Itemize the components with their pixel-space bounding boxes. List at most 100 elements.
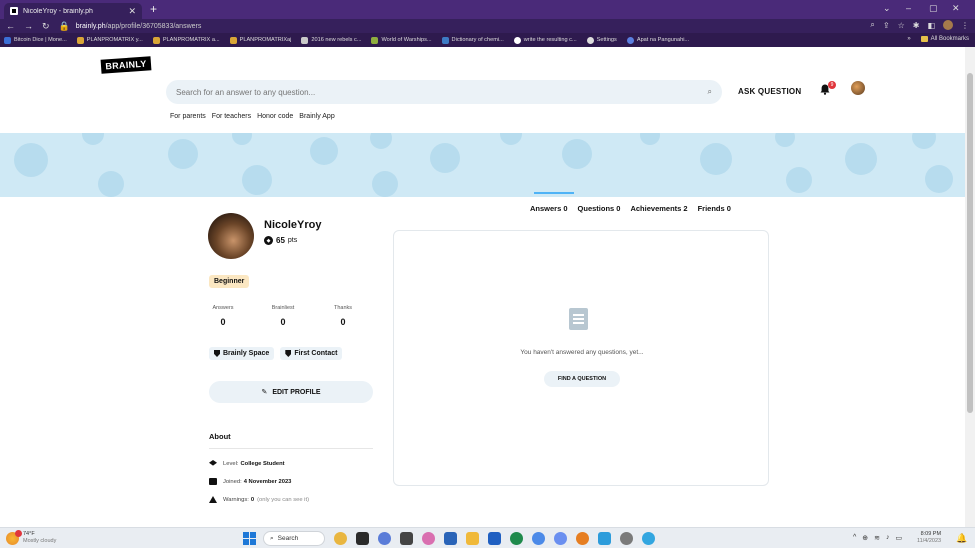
wifi-icon[interactable]: ≋ — [874, 534, 880, 542]
subnav: For parents For teachers Honor code Brai… — [170, 113, 335, 120]
chrome-icon[interactable] — [554, 532, 567, 545]
tab-questions[interactable]: Questions 0 — [578, 204, 621, 213]
weather-sun-icon — [6, 529, 22, 545]
bookmark-item[interactable]: Bitcoin Dice | Mone... — [4, 36, 67, 44]
stat-label: Brainliest — [271, 305, 295, 311]
banner-dot — [500, 133, 522, 145]
minimize-icon[interactable]: – — [906, 3, 911, 13]
answers-panel: You haven't answered any questions, yet.… — [393, 230, 769, 486]
scrollbar-thumb[interactable] — [967, 73, 973, 413]
url-field[interactable]: brainly.ph/app/profile/36705833/answers — [76, 23, 202, 30]
chevron-down-icon[interactable]: ⌄ — [883, 3, 891, 14]
chat-icon[interactable] — [378, 532, 391, 545]
ask-question-button[interactable]: ASK QUESTION — [738, 87, 801, 96]
search-icon: ⌕ — [270, 534, 274, 542]
search-input[interactable] — [176, 87, 708, 97]
badge-label: First Contact — [294, 350, 338, 357]
reload-icon[interactable]: ↻ — [42, 21, 50, 32]
profile-username: NicoleYroy — [264, 219, 322, 231]
banner-dot — [98, 171, 124, 197]
windows-start-icon[interactable] — [243, 532, 256, 545]
extensions-icon[interactable]: ✱ — [913, 21, 920, 30]
all-bookmarks[interactable]: » All Bookmarks — [907, 36, 969, 42]
taskbar-app-icon[interactable] — [334, 532, 347, 545]
lock-icon[interactable]: 🔒 — [59, 21, 70, 32]
banner-dot — [562, 139, 592, 169]
back-icon[interactable]: ← — [6, 21, 15, 31]
close-tab-icon[interactable]: ✕ — [128, 6, 136, 17]
bookmark-item[interactable]: PLANPROMATRIX a... — [152, 36, 220, 44]
bookmark-item[interactable]: World of Warships... — [371, 36, 432, 44]
bookmark-item[interactable]: Settings — [586, 36, 617, 44]
brainly-logo[interactable]: BRAINLY — [100, 56, 152, 74]
store-icon[interactable] — [488, 532, 501, 545]
zoom-icon[interactable]: ⌕ — [870, 20, 874, 30]
search-icon[interactable]: ⌕ — [708, 87, 712, 97]
subnav-for-teachers[interactable]: For teachers — [212, 113, 251, 120]
bookmark-favicon-icon — [301, 36, 309, 44]
chevron-up-icon[interactable]: ^ — [853, 534, 856, 542]
weather-widget[interactable]: 74°F Mostly cloudy — [6, 529, 56, 545]
bookmark-item[interactable]: write the resulting c... — [513, 36, 577, 44]
bookmark-label: Dictionary of chemi... — [451, 37, 504, 43]
close-window-icon[interactable]: ✕ — [952, 3, 960, 14]
taskbar-app-icon[interactable] — [444, 532, 457, 545]
subnav-for-parents[interactable]: For parents — [170, 113, 206, 120]
tab-achievements[interactable]: Achievements 2 — [630, 204, 687, 213]
bookmark-item[interactable]: 2016 new rebels c... — [301, 36, 362, 44]
points-display: ◆ 65 pts — [264, 236, 297, 245]
find-question-button[interactable]: FIND A QUESTION — [544, 371, 620, 387]
file-explorer-icon[interactable] — [466, 532, 479, 545]
browser-menu-icon[interactable]: ⋮ — [961, 21, 969, 30]
taskbar-app-icon[interactable] — [400, 532, 413, 545]
new-tab-icon[interactable]: + — [150, 2, 157, 16]
stat-brainliest: Brainliest 0 — [263, 305, 303, 327]
stat-value: 0 — [280, 317, 286, 327]
edit-profile-button[interactable]: ✎ EDIT PROFILE — [209, 381, 373, 403]
warnings-label: Warnings: — [223, 496, 249, 503]
bookmark-item[interactable]: PLANPROMATRIX y... — [76, 36, 143, 44]
page-scrollbar[interactable] — [965, 47, 975, 527]
browser-profile-avatar[interactable] — [943, 20, 953, 30]
tab-answers[interactable]: Answers 0 — [530, 204, 568, 213]
search-bar[interactable]: ⌕ — [166, 80, 722, 104]
subnav-honor-code[interactable]: Honor code — [257, 113, 293, 120]
taskbar-app-icon[interactable] — [642, 532, 655, 545]
chrome-icon[interactable] — [532, 532, 545, 545]
battery-icon[interactable]: ▭ — [896, 534, 903, 542]
browser-tab[interactable]: NicoleYroy - brainly.ph ✕ — [4, 3, 142, 19]
profile-banner — [0, 133, 965, 197]
subnav-brainly-app[interactable]: Brainly App — [299, 113, 334, 120]
maximize-icon[interactable]: ▢ — [929, 3, 938, 14]
tab-friends[interactable]: Friends 0 — [698, 204, 731, 213]
taskbar-app-icon[interactable] — [510, 532, 523, 545]
bookmark-label: 2016 new rebels c... — [311, 37, 362, 43]
bookmark-label: Bitcoin Dice | Mone... — [14, 37, 67, 43]
notification-badge: 9 — [828, 81, 836, 89]
notification-bell-icon[interactable]: 🔔 — [956, 533, 967, 544]
volume-icon[interactable]: ♪ — [886, 534, 890, 542]
task-view-icon[interactable] — [356, 532, 369, 545]
banner-dot — [845, 143, 877, 175]
bookmark-item[interactable]: Apat na Pangunahi... — [626, 36, 689, 44]
bookmark-favicon-icon — [513, 36, 521, 44]
taskbar-clock[interactable]: 8:09 PM 11/4/2023 — [917, 531, 941, 545]
mail-icon[interactable] — [598, 532, 611, 545]
url-path: /app/profile/36705833/answers — [105, 22, 202, 30]
badge-first-contact[interactable]: First Contact — [280, 347, 343, 360]
sidepanel-icon[interactable]: ◧ — [927, 21, 935, 30]
forward-icon[interactable]: → — [24, 21, 33, 31]
all-bookmarks-label: All Bookmarks — [930, 36, 969, 42]
share-icon[interactable]: ⇪ — [883, 21, 890, 30]
bookmark-star-icon[interactable]: ☆ — [898, 21, 905, 30]
network-icon[interactable]: ⊕ — [862, 534, 868, 542]
settings-icon[interactable] — [620, 532, 633, 545]
badge-brainly-space[interactable]: Brainly Space — [209, 347, 275, 360]
chrome-icon[interactable] — [576, 532, 589, 545]
taskbar-search[interactable]: ⌕ Search — [263, 531, 325, 546]
bookmark-item[interactable]: Dictionary of chemi... — [441, 36, 504, 44]
tab-title: NicoleYroy - brainly.ph — [23, 7, 93, 15]
header-avatar[interactable] — [851, 81, 865, 95]
bookmark-item[interactable]: PLANPROMATRIXaj — [229, 36, 291, 44]
taskbar-app-icon[interactable] — [422, 532, 435, 545]
